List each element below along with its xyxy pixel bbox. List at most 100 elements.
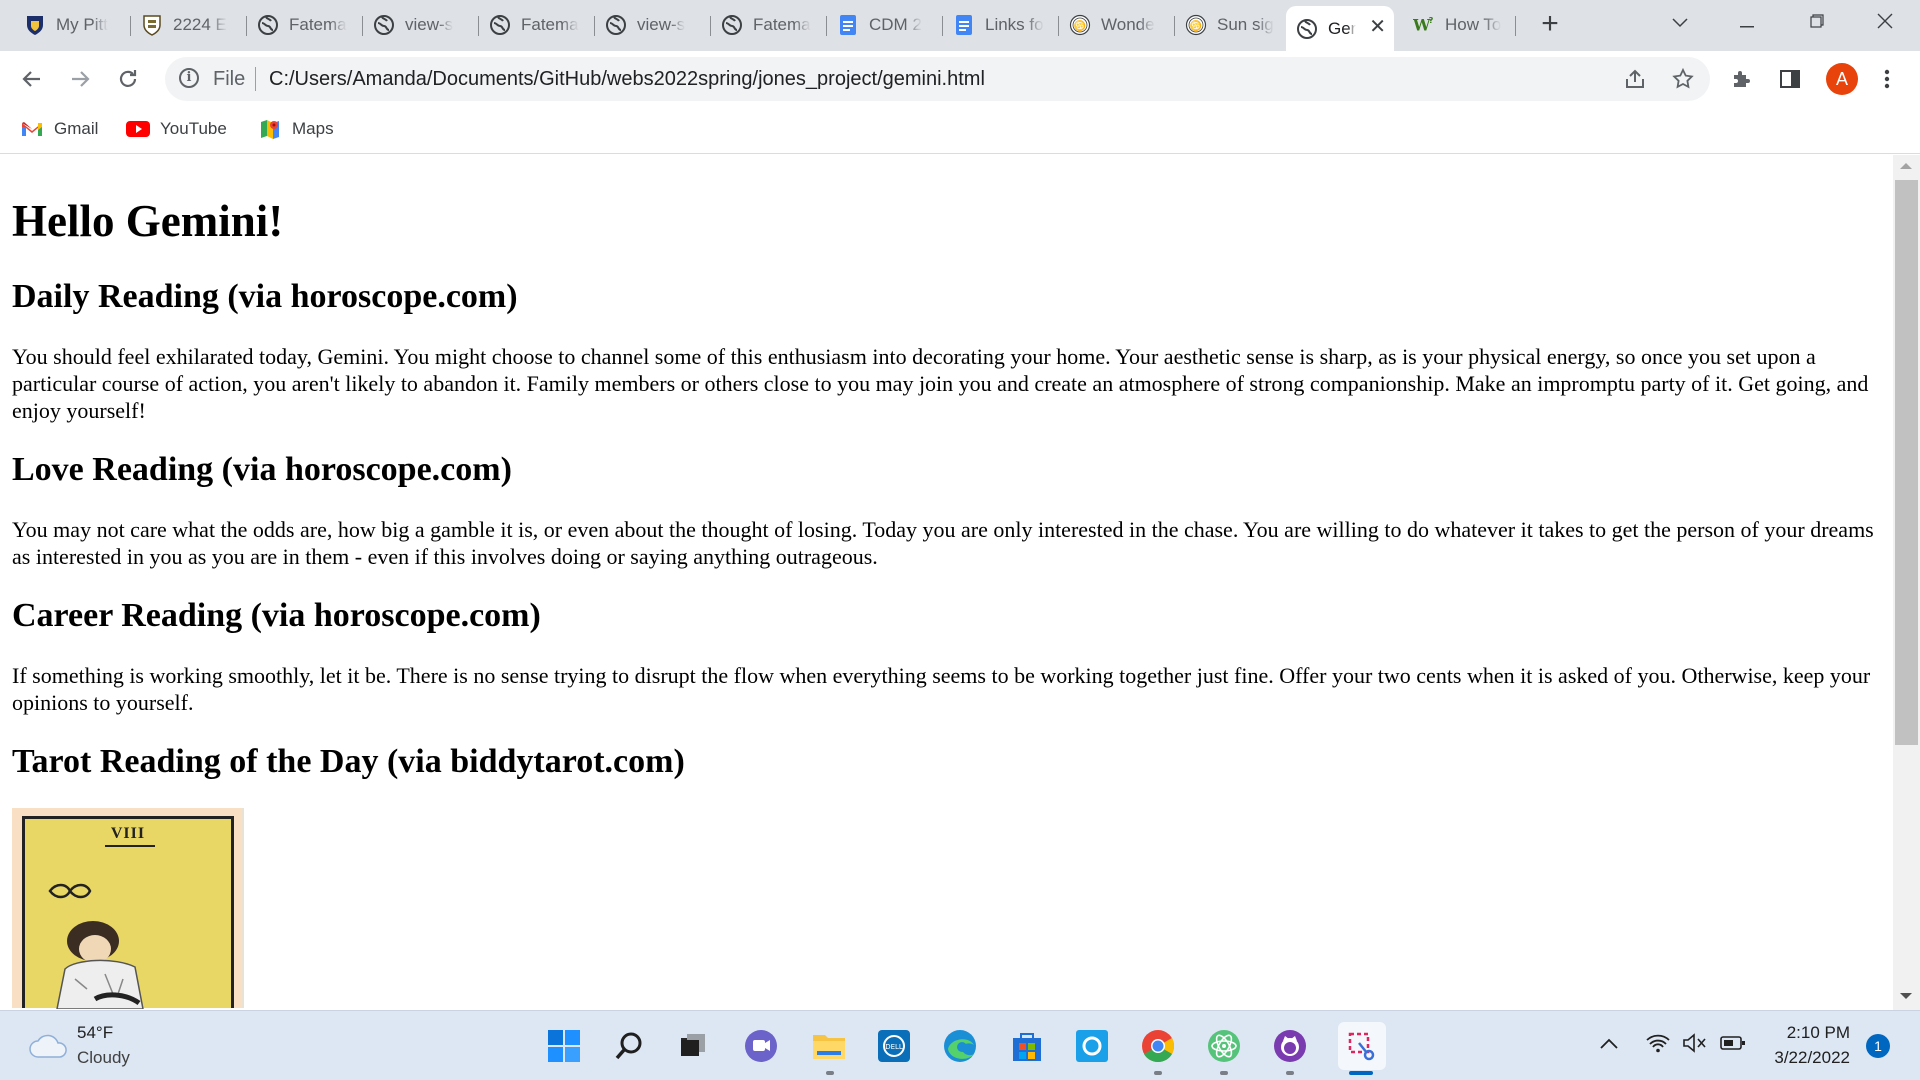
tab-gemini-active[interactable]: Gem ✕ (1286, 6, 1394, 51)
tab-search-chevron-icon[interactable] (1657, 6, 1703, 38)
svg-text:♋: ♋ (1190, 19, 1202, 32)
tab-fatema-3[interactable]: Fatema (711, 8, 827, 42)
atom-editor-icon[interactable] (1206, 1028, 1242, 1064)
speaker-muted-icon[interactable] (1682, 1033, 1708, 1058)
weather-condition: Cloudy (77, 1048, 130, 1067)
scroll-up-arrow-icon[interactable] (1900, 163, 1912, 169)
tab-my-pitt[interactable]: My Pitt (14, 8, 131, 42)
section-heading-career: Career Reading (via horoscope.com) (12, 597, 541, 634)
clock-time[interactable]: 2:10 PM (1760, 1023, 1850, 1043)
scrollbar-thumb[interactable] (1895, 180, 1918, 745)
windows-start-icon[interactable] (546, 1028, 582, 1064)
clock-date[interactable]: 3/22/2022 (1760, 1048, 1850, 1068)
tab-label: 2224 E (173, 15, 227, 34)
running-indicator (1154, 1071, 1162, 1075)
page-viewport: Hello Gemini! Daily Reading (via horosco… (0, 155, 1893, 1010)
show-hidden-icons-chevron-icon[interactable] (1600, 1037, 1618, 1055)
close-tab-icon[interactable]: ✕ (1369, 16, 1386, 38)
snipping-tool-icon[interactable] (1338, 1022, 1386, 1070)
url-text[interactable]: C:/Users/Amanda/Documents/GitHub/webs202… (269, 68, 985, 91)
tab-wikihow[interactable]: W? How To (1403, 8, 1516, 42)
section-heading-tarot: Tarot Reading of the Day (via biddytarot… (12, 743, 685, 780)
minimize-icon[interactable] (1724, 6, 1770, 38)
svg-text:DELL: DELL (885, 1043, 903, 1051)
microsoft-store-icon[interactable] (1009, 1028, 1045, 1064)
tab-links[interactable]: Links fo (943, 8, 1059, 42)
tab-strip: My Pitt 2224 E Fatema view-s Fatema view… (0, 0, 1920, 51)
forward-icon[interactable] (64, 63, 96, 95)
reload-icon[interactable] (112, 63, 144, 95)
bookmark-star-icon[interactable] (1667, 63, 1699, 95)
restore-icon[interactable] (1794, 6, 1840, 38)
tab-label: Links fo (985, 15, 1044, 34)
address-bar[interactable]: i File C:/Users/Amanda/Documents/GitHub/… (165, 57, 1710, 101)
tab-fatema-1[interactable]: Fatema (247, 8, 363, 42)
globe-icon (257, 14, 279, 36)
edge-browser-icon[interactable] (942, 1028, 978, 1064)
bookmark-gmail[interactable]: Gmail (20, 115, 98, 143)
task-view-icon[interactable] (675, 1028, 711, 1064)
github-desktop-icon[interactable] (1272, 1028, 1308, 1064)
tab-label: view-s (637, 15, 686, 34)
back-icon[interactable] (16, 63, 48, 95)
weather-widget[interactable]: 54°F Cloudy (0, 1011, 180, 1080)
tab-label: view-s (405, 15, 454, 34)
tab-label: Gem (1328, 18, 1356, 38)
section-heading-love: Love Reading (via horoscope.com) (12, 451, 512, 488)
tarot-figure-illustration (48, 883, 144, 1009)
tab-label: Fatema (753, 15, 811, 34)
tab-label: My Pitt (56, 15, 108, 34)
dell-icon[interactable]: DELL (876, 1028, 912, 1064)
tab-sun-sign[interactable]: ♋ Sun sig (1175, 8, 1286, 42)
crest-icon (141, 14, 163, 36)
cloud-icon (28, 1031, 68, 1064)
close-window-icon[interactable] (1862, 6, 1908, 38)
wifi-icon[interactable] (1646, 1033, 1670, 1058)
zodiac-icon: ♋ (1185, 14, 1207, 36)
svg-text:♋: ♋ (1074, 19, 1086, 32)
teams-chat-icon[interactable] (743, 1028, 779, 1064)
browser-menu-kebab-icon[interactable] (1871, 63, 1903, 95)
address-divider (255, 67, 256, 91)
url-scheme: File (213, 68, 246, 90)
battery-icon[interactable] (1720, 1035, 1746, 1056)
profile-avatar[interactable]: A (1826, 63, 1858, 95)
tab-view-s-2[interactable]: view-s (595, 8, 711, 42)
globe-icon (373, 14, 395, 36)
tab-label: Wonde (1101, 15, 1155, 34)
section-heading-daily: Daily Reading (via horoscope.com) (12, 278, 518, 315)
running-indicator (1286, 1071, 1294, 1075)
globe-icon (605, 14, 627, 36)
search-icon[interactable] (612, 1028, 648, 1064)
bookmark-maps[interactable]: Maps (258, 115, 334, 143)
tab-wonde[interactable]: ♋ Wonde (1059, 8, 1175, 42)
page-scrollbar[interactable] (1893, 155, 1920, 1010)
cortana-app-icon[interactable] (1074, 1028, 1110, 1064)
scroll-down-arrow-icon[interactable] (1900, 993, 1912, 999)
notification-badge[interactable]: 1 (1866, 1034, 1890, 1058)
chrome-icon[interactable] (1140, 1028, 1176, 1064)
globe-icon (1296, 18, 1318, 40)
wikihow-icon: W? (1413, 14, 1435, 36)
tab-label: How To (1445, 15, 1502, 34)
browser-toolbar: i File C:/Users/Amanda/Documents/GitHub/… (0, 51, 1920, 107)
side-panel-icon[interactable] (1774, 63, 1806, 95)
tab-cdm[interactable]: CDM 2 (827, 8, 943, 42)
new-tab-button[interactable]: + (1535, 8, 1565, 42)
site-info-icon[interactable]: i (179, 68, 199, 88)
section-text-love: You may not care what the odds are, how … (12, 517, 1874, 569)
bookmark-label: Maps (292, 119, 334, 138)
svg-text:?: ? (1429, 15, 1434, 25)
share-icon[interactable] (1619, 63, 1651, 95)
maps-icon (258, 119, 282, 139)
tarot-card-face: VIII (22, 816, 234, 1009)
bookmark-youtube[interactable]: YouTube (126, 115, 227, 143)
file-explorer-icon[interactable] (811, 1028, 847, 1064)
tab-label: Sun sig (1217, 15, 1274, 34)
extensions-puzzle-icon[interactable] (1726, 63, 1758, 95)
tab-2224[interactable]: 2224 E (131, 8, 247, 42)
tab-view-s-1[interactable]: view-s (363, 8, 479, 42)
tab-fatema-2[interactable]: Fatema (479, 8, 595, 42)
youtube-icon (126, 119, 150, 139)
google-docs-icon (953, 14, 975, 36)
